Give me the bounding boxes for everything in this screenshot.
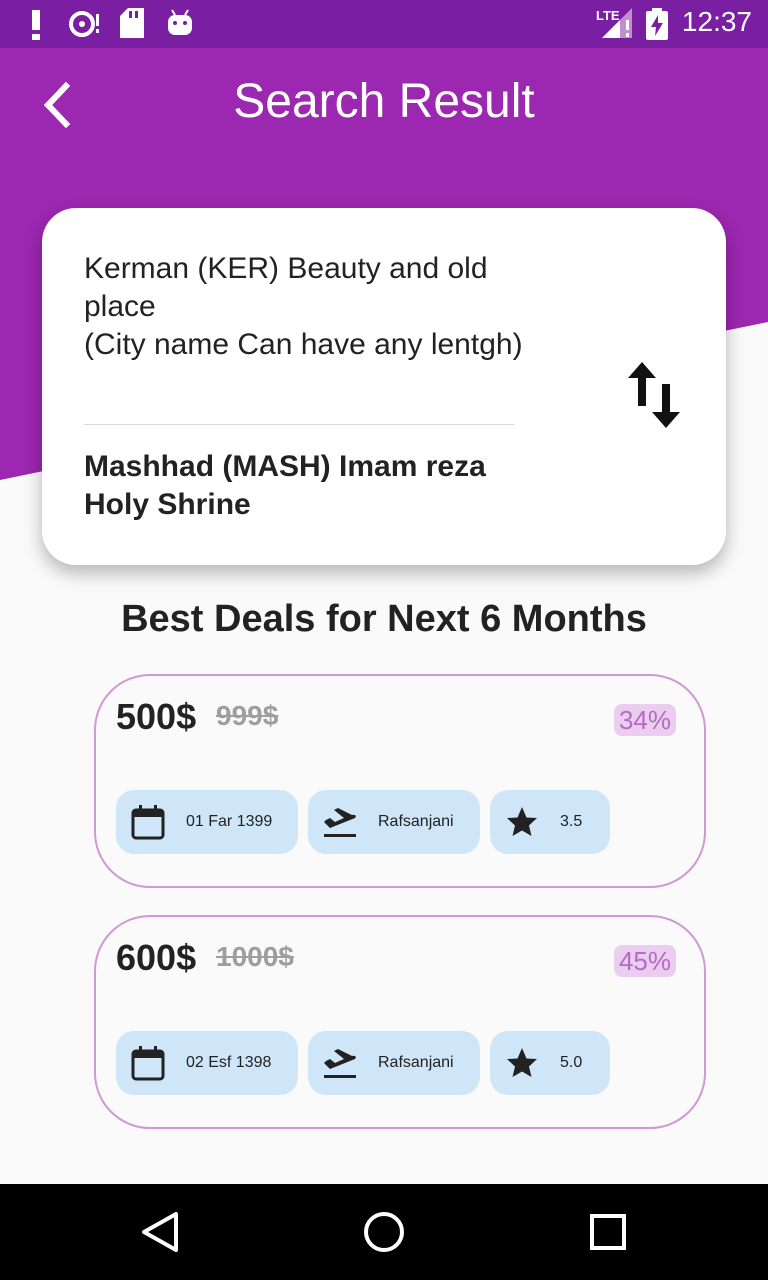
deal-rating: 3.5	[560, 813, 583, 830]
date-chip: 01 Far 1399	[116, 790, 298, 854]
nav-recents-button[interactable]	[584, 1208, 632, 1256]
deal-card[interactable]: 500$ 999$ 34% 01 Far 1399 Rafsanjani 3.5	[94, 674, 706, 888]
sd-card-icon	[120, 8, 144, 38]
media-icon	[69, 11, 99, 37]
rating-chip: 5.0	[490, 1031, 610, 1095]
flight-takeoff-icon	[324, 1049, 356, 1078]
signal-icon	[602, 8, 632, 38]
deal-date: 02 Esf 1398	[186, 1054, 272, 1071]
status-clock: 12:37	[681, 6, 752, 37]
rating-chip: 3.5	[490, 790, 610, 854]
battery-charging-icon	[646, 8, 668, 40]
airport-chip: Rafsanjani	[308, 1031, 480, 1095]
discount-badge: 34%	[614, 704, 676, 736]
discount-badge: 45%	[614, 945, 676, 977]
calendar-icon	[131, 1046, 165, 1081]
deal-airport: Rafsanjani	[378, 813, 454, 830]
deal-card[interactable]: 600$ 1000$ 45% 02 Esf 1398 Rafsanjani 5.…	[94, 915, 706, 1129]
flight-takeoff-icon	[324, 808, 356, 837]
route-divider	[84, 424, 514, 425]
home-circle-icon	[364, 1212, 404, 1252]
back-triangle-icon	[142, 1212, 178, 1252]
page-title: Search Result	[233, 75, 535, 128]
route-card: Kerman (KER) Beauty and old place (City …	[42, 208, 726, 565]
deal-airport: Rafsanjani	[378, 1054, 454, 1071]
deal-rating: 5.0	[560, 1054, 583, 1071]
deal-price: 600$	[116, 937, 197, 978]
airport-chip: Rafsanjani	[308, 790, 480, 854]
android-icon	[168, 9, 192, 35]
deals-section-title: Best Deals for Next 6 Months	[121, 598, 647, 640]
origin-city[interactable]: Kerman (KER) Beauty and old place (City …	[84, 250, 524, 364]
star-icon	[507, 1048, 537, 1077]
calendar-icon	[131, 805, 165, 840]
system-nav-bar	[0, 1184, 768, 1280]
swap-route-button[interactable]	[628, 360, 688, 430]
deal-old-price: 1000$	[216, 941, 294, 972]
alert-icon	[32, 10, 40, 40]
swap-vertical-icon	[628, 362, 680, 428]
date-chip: 02 Esf 1398	[116, 1031, 298, 1095]
deal-date: 01 Far 1399	[186, 813, 273, 830]
status-bar: LTE 12:37	[0, 0, 768, 48]
deal-old-price: 999$	[216, 700, 279, 731]
star-icon	[507, 807, 537, 836]
deal-price: 500$	[116, 696, 197, 737]
app-bar: Search Result	[0, 48, 768, 160]
destination-city[interactable]: Mashhad (MASH) Imam reza Holy Shrine	[84, 448, 524, 524]
recents-square-icon	[590, 1214, 626, 1250]
nav-home-button[interactable]	[360, 1208, 408, 1256]
nav-back-button[interactable]	[136, 1208, 184, 1256]
